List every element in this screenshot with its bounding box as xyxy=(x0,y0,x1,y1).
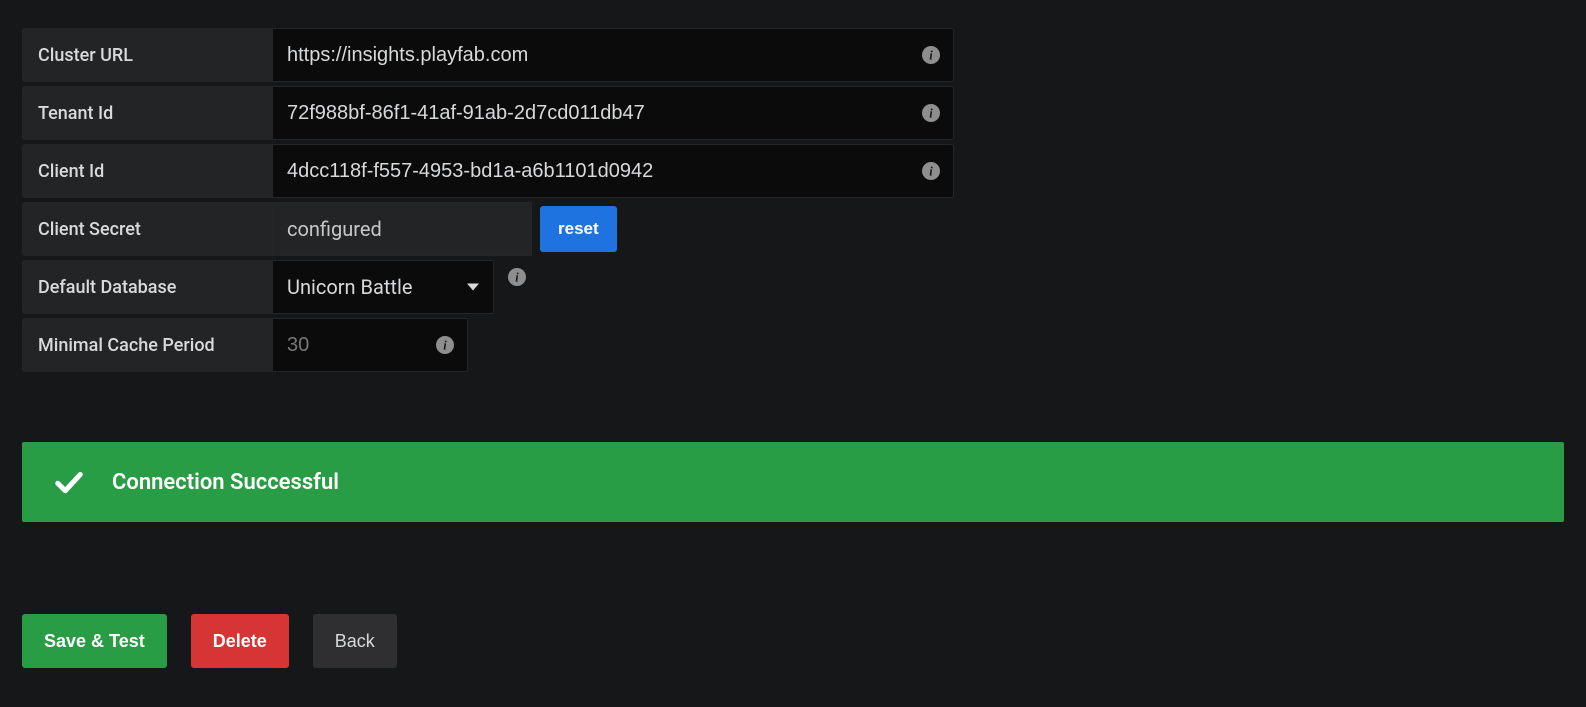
input-group-tenant-id: i xyxy=(272,86,954,140)
svg-text:i: i xyxy=(929,107,933,121)
info-icon[interactable]: i xyxy=(922,46,940,64)
action-buttons: Save & Test Delete Back xyxy=(22,614,1564,668)
label-client-secret: Client Secret xyxy=(22,202,272,256)
input-group-cluster-url: i xyxy=(272,28,954,82)
info-icon[interactable]: i xyxy=(436,336,454,354)
info-icon[interactable]: i xyxy=(922,104,940,122)
client-id-input[interactable] xyxy=(272,144,954,198)
back-button[interactable]: Back xyxy=(313,614,397,668)
reset-button[interactable]: reset xyxy=(540,206,617,252)
alert-message: Connection Successful xyxy=(112,470,339,495)
row-default-database: Default Database Unicorn Battle i xyxy=(22,260,1564,314)
row-tenant-id: Tenant Id i xyxy=(22,86,1564,140)
row-cluster-url: Cluster URL i xyxy=(22,28,1564,82)
save-test-button[interactable]: Save & Test xyxy=(22,614,167,668)
default-database-selected: Unicorn Battle xyxy=(287,275,412,299)
svg-text:i: i xyxy=(929,165,933,179)
svg-text:i: i xyxy=(515,271,519,285)
row-min-cache: Minimal Cache Period i xyxy=(22,318,1564,372)
tenant-id-input[interactable] xyxy=(272,86,954,140)
client-secret-status: configured xyxy=(272,202,532,256)
row-client-id: Client Id i xyxy=(22,144,1564,198)
cluster-url-input[interactable] xyxy=(272,28,954,82)
delete-button[interactable]: Delete xyxy=(191,614,289,668)
info-icon[interactable]: i xyxy=(508,268,526,286)
info-icon[interactable]: i xyxy=(922,162,940,180)
label-client-id: Client Id xyxy=(22,144,272,198)
row-client-secret: Client Secret configured reset xyxy=(22,202,1564,256)
connection-alert: Connection Successful xyxy=(22,442,1564,522)
input-group-client-id: i xyxy=(272,144,954,198)
svg-text:i: i xyxy=(929,49,933,63)
default-database-select[interactable]: Unicorn Battle xyxy=(272,260,494,314)
caret-down-icon xyxy=(467,284,479,291)
label-default-database: Default Database xyxy=(22,260,272,314)
check-icon xyxy=(54,467,84,497)
svg-text:i: i xyxy=(443,339,447,353)
label-cluster-url: Cluster URL xyxy=(22,28,272,82)
input-group-min-cache: i xyxy=(272,318,468,372)
label-tenant-id: Tenant Id xyxy=(22,86,272,140)
label-min-cache: Minimal Cache Period xyxy=(22,318,272,372)
